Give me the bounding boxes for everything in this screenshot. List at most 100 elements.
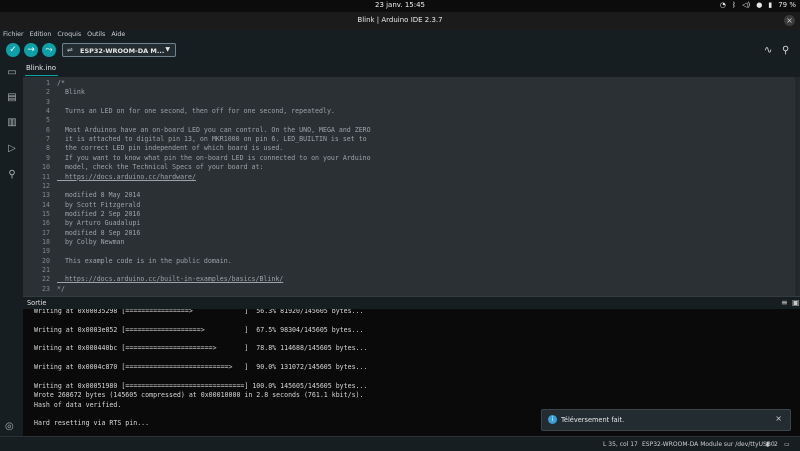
line-number: 19 xyxy=(42,247,50,256)
editor-tab-strip: Blink.ino xyxy=(23,61,800,78)
line-number: 9 xyxy=(46,153,50,162)
line-number: 2 xyxy=(46,88,50,97)
notification-message: Téléversement fait. xyxy=(561,416,625,424)
line-number: 22 xyxy=(42,275,50,284)
verify-button[interactable]: ✓ xyxy=(6,43,20,57)
search-icon[interactable]: ⚲ xyxy=(5,169,19,183)
line-number: 7 xyxy=(46,135,50,144)
board-port-status[interactable]: ESP32-WROOM-DA Module sur /dev/ttyUSB0 xyxy=(642,441,775,448)
line-number: 13 xyxy=(42,191,50,200)
line-number: 21 xyxy=(42,266,50,274)
debug-icon: ⤳ xyxy=(45,45,53,55)
code-line: Blink xyxy=(57,88,85,97)
code-link[interactable]: https://docs.arduino.cc/built-in-example… xyxy=(57,275,283,283)
upload-button[interactable]: → xyxy=(24,43,38,57)
code-line: modified 2 Sep 2016 xyxy=(57,209,141,218)
info-icon: i xyxy=(548,415,557,424)
menu-edit[interactable]: Edition xyxy=(27,30,55,40)
serial-monitor-icon[interactable]: ⚲ xyxy=(782,45,789,56)
line-number: 15 xyxy=(42,209,50,218)
line-number: 5 xyxy=(46,116,50,125)
line-number: 4 xyxy=(46,107,50,116)
library-manager-icon[interactable]: ▥ xyxy=(5,117,19,131)
code-line: the correct LED pin independent of which… xyxy=(57,144,284,153)
debug-run-icon[interactable]: ▷ xyxy=(5,143,19,157)
upload-done-notification: i Téléversement fait. × xyxy=(541,409,791,431)
bluetooth-icon: ᛒ xyxy=(731,1,737,9)
system-clock[interactable]: 23 janv. 15:45 xyxy=(0,1,800,9)
boards-manager-icon[interactable]: ▤ xyxy=(5,92,19,106)
tab-blink-ino[interactable]: Blink.ino xyxy=(24,64,59,76)
output-line: Writing at 0x0004c870 [=================… xyxy=(34,363,368,372)
code-line: it is attached to digital pin 13, on MKR… xyxy=(57,135,367,144)
system-tray[interactable]: ◔ ᛒ ◁) ● ▮ 79 % xyxy=(720,1,796,9)
output-line: Writing at 0x0003e852 [=================… xyxy=(34,325,364,334)
status-bar: L 35, col 17 ESP32-WROOM-DA Module sur /… xyxy=(0,436,800,451)
code-line: This example code is in the public domai… xyxy=(57,256,232,265)
toolbar: ✓ → ⤳ ⇌ ESP32-WROOM-DA M... ▼ ∿ ⚲ xyxy=(0,40,800,61)
code-line: model, check the Technical Specs of your… xyxy=(57,163,264,172)
sketchbook-folder-icon[interactable]: ▭ xyxy=(5,67,19,81)
wifi-icon: ◔ xyxy=(719,1,726,9)
usb-icon: ⇌ xyxy=(67,46,73,54)
code-line: /* xyxy=(57,79,65,87)
board-selector-label: ESP32-WROOM-DA M... xyxy=(80,47,165,55)
code-line: If you want to know what pin the on-boar… xyxy=(57,153,371,162)
menu-bar: Fichier Edition Croquis Outils Aide xyxy=(0,30,800,40)
output-line: Writing at 0x00051980 [=================… xyxy=(34,381,368,390)
code-link[interactable]: https://docs.arduino.cc/hardware/ xyxy=(57,173,196,181)
code-line: by Arturo Guadalupi xyxy=(57,219,141,228)
output-line: Writing at 0x000440bc [=================… xyxy=(34,344,368,353)
account-icon[interactable]: ◎ xyxy=(5,421,14,432)
window-title-bar: Blink | Arduino IDE 2.3.7 × xyxy=(0,12,800,30)
line-number: 12 xyxy=(42,181,50,190)
line-number: 20 xyxy=(42,256,50,265)
window-title: Blink | Arduino IDE 2.3.7 xyxy=(357,16,443,24)
lock-scroll-icon[interactable]: ▣ xyxy=(792,298,800,307)
line-number: 3 xyxy=(46,97,50,106)
output-line: Wrote 268672 bytes (145605 compressed) a… xyxy=(34,391,364,400)
notification-bell-icon[interactable]: ▮ xyxy=(766,441,769,448)
line-number-gutter: 1 2 3 4 5 6 7 8 9 10 11 12 13 14 15 16 17 18 19 20 21 22 23 xyxy=(23,77,53,296)
battery-level: 79 % xyxy=(778,1,796,9)
cursor-position[interactable]: L 35, col 17 xyxy=(603,441,638,448)
line-number: 11 xyxy=(42,172,50,181)
code-line: Turns an LED on for one second, then off… xyxy=(57,107,335,116)
line-number: 16 xyxy=(42,219,50,228)
system-top-bar: 23 janv. 15:45 ◔ ᛒ ◁) ● ▮ 79 % xyxy=(0,0,800,12)
code-editor[interactable]: 1 2 3 4 5 6 7 8 9 10 11 12 13 14 15 16 17 18 19 20 21 22 23 /*… xyxy=(23,77,795,296)
line-number: 14 xyxy=(42,200,50,209)
output-line: Hard resetting via RTS pin... xyxy=(34,419,150,428)
output-panel-title: Sortie xyxy=(27,299,47,307)
notification-count[interactable]: 2 xyxy=(774,441,778,448)
close-icon: × xyxy=(786,16,793,25)
serial-plotter-icon[interactable]: ∿ xyxy=(764,45,772,56)
line-number: 18 xyxy=(42,237,50,246)
menu-file[interactable]: Fichier xyxy=(0,30,27,40)
terminal-toggle-icon[interactable]: ▭ xyxy=(784,441,790,448)
notification-close-icon[interactable]: × xyxy=(775,414,782,423)
output-line: Hash of data verified. xyxy=(34,400,122,409)
menu-help[interactable]: Aide xyxy=(108,30,128,40)
arrow-right-icon: → xyxy=(27,45,35,55)
debug-button[interactable]: ⤳ xyxy=(42,43,56,57)
code-line: modified 8 May 2014 xyxy=(57,191,141,200)
editor-scrollbar[interactable] xyxy=(795,77,800,296)
line-number: 17 xyxy=(42,228,50,237)
check-icon: ✓ xyxy=(9,45,17,55)
output-panel-header: Sortie ≡ ▣ xyxy=(23,296,800,310)
board-selector[interactable]: ⇌ ESP32-WROOM-DA M... ▼ xyxy=(62,43,176,57)
volume-icon: ◁) xyxy=(742,1,751,9)
code-line: modified 8 Sep 2016 xyxy=(57,228,141,237)
chevron-down-icon: ▼ xyxy=(165,46,170,53)
code-area[interactable]: /* Blink Turns an LED on for one second,… xyxy=(57,77,792,296)
code-line: by Colby Newman xyxy=(57,237,125,246)
left-sidebar: ▭ ▤ ▥ ▷ ⚲ xyxy=(0,61,23,450)
line-number: 8 xyxy=(46,144,50,153)
line-number: 6 xyxy=(46,125,50,134)
menu-tools[interactable]: Outils xyxy=(84,30,108,40)
menu-sketch[interactable]: Croquis xyxy=(54,30,84,40)
window-close-button[interactable]: × xyxy=(784,15,795,26)
clear-output-icon[interactable]: ≡ xyxy=(781,298,788,307)
code-line: Most Arduinos have an on-board LED you c… xyxy=(57,125,371,134)
